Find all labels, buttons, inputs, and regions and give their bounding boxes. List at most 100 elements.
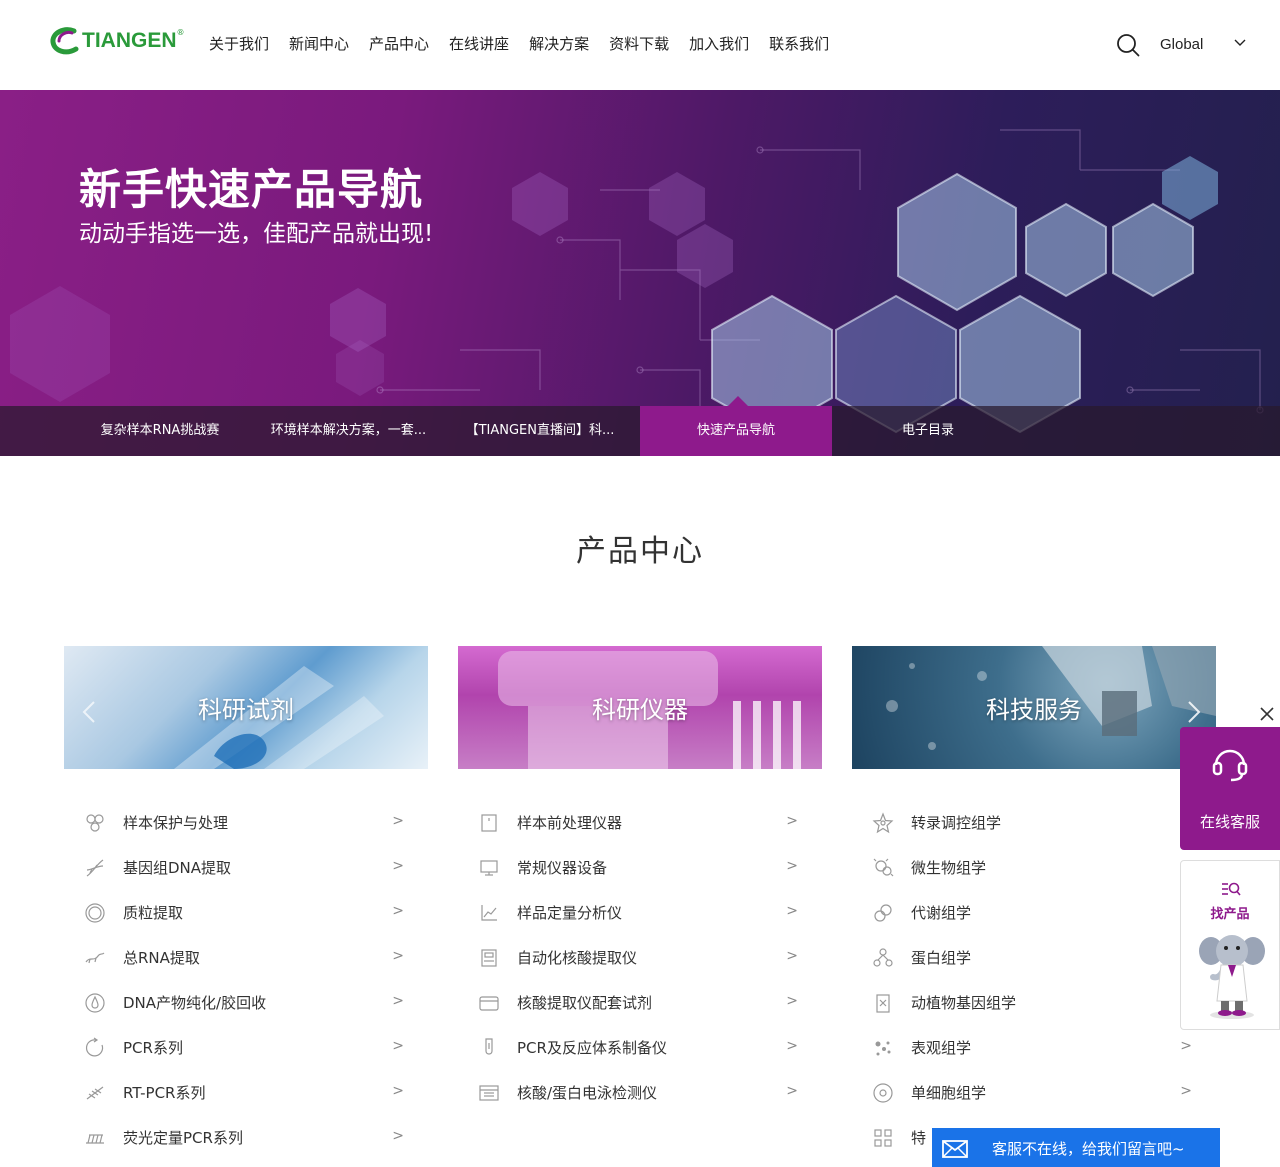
chevron-right-icon: > bbox=[1180, 1083, 1192, 1099]
chevron-right-icon: > bbox=[392, 948, 404, 964]
chevron-down-icon[interactable] bbox=[1233, 38, 1247, 48]
card-label: 科研仪器 bbox=[592, 696, 688, 724]
card-label: 科研试剂 bbox=[198, 696, 294, 724]
banner-tab-rna-challenge[interactable]: 复杂样本RNA挑战赛 bbox=[80, 406, 240, 456]
star-icon bbox=[872, 811, 894, 833]
microbe-icon bbox=[873, 858, 894, 876]
carousel-prev-icon[interactable] bbox=[82, 700, 96, 724]
list-item-auto-extractor[interactable]: 自动化核酸提取仪 > bbox=[458, 935, 798, 980]
envelope-icon bbox=[942, 1140, 968, 1158]
list-item-pcr-prep[interactable]: PCR及反应体系制备仪 > bbox=[458, 1025, 798, 1070]
metabolite-icon bbox=[874, 903, 892, 922]
chevron-right-icon: > bbox=[392, 1038, 404, 1054]
list-item-electrophoresis[interactable]: 核酸/蛋白电泳检测仪 > bbox=[458, 1070, 798, 1115]
list-item-sample-prep-instruments[interactable]: 样本前处理仪器 > bbox=[458, 800, 798, 845]
section-title: 产品中心 bbox=[576, 534, 704, 569]
list-item-general-equipment[interactable]: 常规仪器设备 > bbox=[458, 845, 798, 890]
qpcr-icon bbox=[86, 1133, 104, 1144]
instruments-list: 样本前处理仪器 > 常规仪器设备 > 样品定量分析仪 > 自动化核酸提取仪 > … bbox=[458, 800, 798, 1115]
main-nav: 关于我们 新闻中心 产品中心 在线讲座 解决方案 资料下载 加入我们 联系我们 bbox=[209, 34, 849, 54]
list-item-genomics[interactable]: 动植物基因组学 > bbox=[852, 980, 1192, 1025]
active-tab-caret bbox=[728, 396, 748, 406]
list-item-qpcr[interactable]: 荧光定量PCR系列 > bbox=[64, 1115, 404, 1160]
list-item-rt-pcr[interactable]: RT-PCR系列 > bbox=[64, 1070, 404, 1115]
chevron-right-icon: > bbox=[786, 813, 798, 829]
nav-careers[interactable]: 加入我们 bbox=[689, 34, 749, 54]
list-item-genomic-dna[interactable]: 基因组DNA提取 > bbox=[64, 845, 404, 890]
banner-tab-live[interactable]: 【TIANGEN直播间】科... bbox=[450, 406, 630, 456]
kit-icon bbox=[479, 995, 499, 1011]
banner-tab-catalog[interactable]: 电子目录 bbox=[832, 406, 1024, 456]
list-item-pcr[interactable]: PCR系列 > bbox=[64, 1025, 404, 1070]
gel-icon bbox=[479, 1084, 499, 1101]
hexagon-decoration bbox=[10, 129, 1264, 434]
nav-products[interactable]: 产品中心 bbox=[369, 34, 429, 54]
card-tech-services[interactable]: 科技服务 bbox=[852, 646, 1216, 769]
elephant-mascot-icon bbox=[1199, 935, 1265, 1019]
box-icon bbox=[481, 813, 497, 832]
reagents-list: 样本保护与处理 > 基因组DNA提取 > 质粒提取 > 总RNA提取 > DNA… bbox=[64, 800, 404, 1160]
card-label: 科技服务 bbox=[986, 696, 1082, 724]
list-item-single-cell[interactable]: 单细胞组学 > bbox=[852, 1070, 1192, 1115]
protein-icon bbox=[873, 947, 893, 967]
dna-icon bbox=[86, 859, 104, 876]
rt-pcr-icon bbox=[86, 1086, 104, 1099]
list-item-microbiome[interactable]: 微生物组学 > bbox=[852, 845, 1192, 890]
monitor-icon bbox=[480, 859, 498, 876]
dots-icon bbox=[875, 1041, 891, 1055]
close-icon[interactable] bbox=[1259, 706, 1275, 722]
list-item-total-rna[interactable]: 总RNA提取 > bbox=[64, 935, 404, 980]
site-header: TIANGEN ® 关于我们 新闻中心 产品中心 在线讲座 解决方案 资料下载 … bbox=[0, 0, 1280, 90]
list-item-extractor-kits[interactable]: 核酸提取仪配套试剂 > bbox=[458, 980, 798, 1025]
list-item-plasmid[interactable]: 质粒提取 > bbox=[64, 890, 404, 935]
tiangen-logo[interactable]: TIANGEN ® bbox=[50, 26, 185, 56]
chevron-right-icon: > bbox=[1180, 1038, 1192, 1054]
logo-mark-icon bbox=[50, 27, 79, 55]
list-item-dna-purification[interactable]: DNA产物纯化/胶回收 > bbox=[64, 980, 404, 1025]
nav-downloads[interactable]: 资料下载 bbox=[609, 34, 669, 54]
chevron-right-icon: > bbox=[786, 1038, 798, 1054]
list-item-transcription[interactable]: 转录调控组学 > bbox=[852, 800, 1192, 845]
find-list-icon bbox=[1222, 882, 1241, 896]
nav-lectures[interactable]: 在线讲座 bbox=[449, 34, 509, 54]
chevron-right-icon: > bbox=[786, 858, 798, 874]
banner-subtitle: 动动手指选一选，佳配产品就出现! bbox=[79, 221, 434, 247]
chevron-right-icon: > bbox=[786, 1083, 798, 1099]
chart-icon bbox=[481, 904, 497, 921]
clipboard-icon bbox=[876, 993, 890, 1013]
tube-icon bbox=[485, 1037, 493, 1055]
card-research-reagents[interactable]: 科研试剂 bbox=[64, 646, 428, 769]
region-selector[interactable]: Global bbox=[1160, 36, 1203, 53]
chevron-right-icon: > bbox=[392, 858, 404, 874]
chevron-right-icon: > bbox=[392, 993, 404, 1009]
extractor-icon bbox=[481, 948, 497, 967]
nav-news[interactable]: 新闻中心 bbox=[289, 34, 349, 54]
find-product-label: 找产品 bbox=[1210, 907, 1250, 922]
rna-icon bbox=[85, 952, 105, 963]
card-research-instruments[interactable]: 科研仪器 bbox=[458, 646, 822, 769]
banner-tab-quick-nav[interactable]: 快速产品导航 bbox=[640, 406, 832, 456]
search-icon[interactable] bbox=[1116, 33, 1140, 57]
nav-contact[interactable]: 联系我们 bbox=[769, 34, 829, 54]
nav-solutions[interactable]: 解决方案 bbox=[529, 34, 589, 54]
carousel-next-icon[interactable] bbox=[1187, 700, 1201, 724]
leave-message-text: 客服不在线，给我们留言吧~ bbox=[992, 1140, 1185, 1158]
hero-banner[interactable]: 新手快速产品导航 动动手指选一选，佳配产品就出现! 复杂样本RNA挑战赛 环境样… bbox=[0, 90, 1280, 456]
leave-message-bar[interactable]: 客服不在线，给我们留言吧~ bbox=[932, 1128, 1220, 1167]
banner-tab-environment[interactable]: 环境样本解决方案，一套... bbox=[256, 406, 441, 456]
chevron-right-icon: > bbox=[392, 1128, 404, 1144]
logo-text: TIANGEN bbox=[82, 29, 177, 52]
chevron-right-icon: > bbox=[392, 903, 404, 919]
banner-tabs: 复杂样本RNA挑战赛 环境样本解决方案，一套... 【TIANGEN直播间】科.… bbox=[0, 406, 1280, 456]
purification-icon bbox=[85, 992, 105, 1013]
list-item-epigenomics[interactable]: 表观组学 > bbox=[852, 1025, 1192, 1070]
online-service-button[interactable]: 在线客服 bbox=[1180, 727, 1280, 850]
chevron-right-icon: > bbox=[392, 813, 404, 829]
find-product-widget[interactable]: 找产品 bbox=[1180, 860, 1280, 1030]
nav-about[interactable]: 关于我们 bbox=[209, 34, 269, 54]
list-item-sample-protection[interactable]: 样本保护与处理 > bbox=[64, 800, 404, 845]
list-item-quantitation[interactable]: 样品定量分析仪 > bbox=[458, 890, 798, 935]
list-item-proteomics[interactable]: 蛋白组学 > bbox=[852, 935, 1192, 980]
list-item-metabolomics[interactable]: 代谢组学 > bbox=[852, 890, 1192, 935]
grid-icon bbox=[874, 1128, 892, 1147]
